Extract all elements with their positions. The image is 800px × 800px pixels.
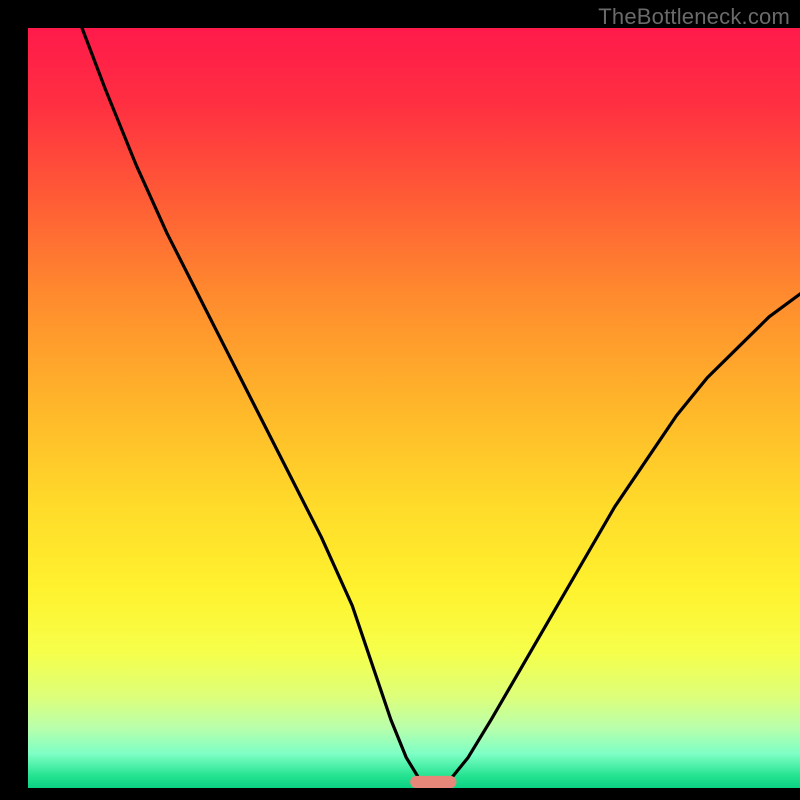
bottleneck-chart [0, 0, 800, 800]
watermark-text: TheBottleneck.com [598, 4, 790, 30]
optimal-marker [410, 776, 456, 788]
chart-container: TheBottleneck.com [0, 0, 800, 800]
